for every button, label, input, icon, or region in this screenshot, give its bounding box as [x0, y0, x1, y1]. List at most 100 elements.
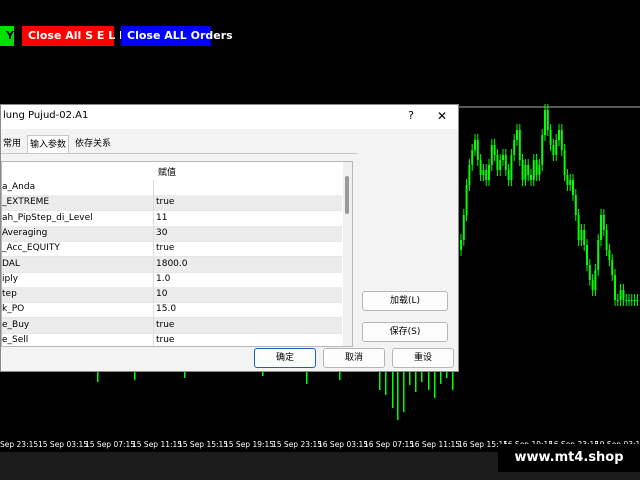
candle [440, 372, 442, 384]
parameter-value[interactable]: 11 [154, 211, 344, 226]
inputs-table: 赋值 a_Anda _EXTREME true ah_PipStep_di_Level… [1, 161, 353, 347]
parameter-value[interactable]: true [154, 318, 344, 333]
candle [628, 294, 630, 306]
buy-button[interactable]: Y [0, 26, 14, 46]
table-row[interactable]: e_Sell true [2, 333, 344, 346]
candle [558, 124, 560, 146]
tab-dependencies[interactable]: 依存关系 [73, 135, 113, 153]
candle [385, 372, 387, 395]
candle [471, 144, 473, 171]
candle [636, 294, 638, 306]
ok-button[interactable]: 确定 [254, 348, 316, 368]
vertical-scrollbar[interactable] [343, 162, 352, 346]
candle [538, 159, 540, 181]
parameter-value[interactable]: 1800.0 [154, 257, 344, 272]
time-axis-label: 15 Sep 19:15 [224, 440, 275, 449]
dialog-title: lung Pujud-02.A1 [3, 110, 89, 121]
candle [421, 372, 423, 382]
parameter-name: k_PO [2, 304, 25, 315]
candle [586, 239, 588, 271]
time-axis-label: 15 Sep 23:15 [272, 440, 323, 449]
table-row[interactable]: tep 10 [2, 287, 344, 304]
table-row[interactable]: a_Anda [2, 180, 342, 196]
parameter-value[interactable]: true [154, 241, 344, 256]
cancel-button[interactable]: 取消 [323, 348, 385, 368]
parameter-name: tep [2, 289, 17, 300]
candle [510, 149, 512, 186]
close-all-sell-button[interactable]: Close All S E L L [22, 26, 126, 46]
candle [466, 179, 468, 221]
candle [513, 134, 515, 161]
candle [541, 129, 543, 171]
candle [519, 124, 521, 166]
candle [606, 224, 608, 256]
table-row[interactable]: Averaging 30 [2, 225, 344, 242]
parameter-name: DAL [2, 258, 20, 269]
table-row[interactable]: _Acc_EQUITY true [2, 241, 344, 258]
candle [544, 104, 546, 141]
parameter-name: iply [2, 273, 19, 284]
candle [561, 124, 563, 156]
close-icon[interactable]: ✕ [434, 108, 450, 124]
parameter-value[interactable]: true [154, 195, 344, 210]
candle [482, 164, 484, 181]
candle [603, 209, 605, 236]
candle [97, 372, 99, 382]
load-button[interactable]: 加载(L) [362, 291, 448, 311]
dialog-titlebar[interactable]: lung Pujud-02.A1 ? ✕ [1, 105, 458, 129]
close-all-orders-button[interactable]: Close ALL Orders [121, 26, 233, 46]
candle [468, 159, 470, 191]
candle [306, 372, 308, 384]
help-icon[interactable]: ? [403, 108, 419, 124]
reset-button[interactable]: 重设 [392, 348, 454, 368]
parameter-value[interactable]: true [154, 333, 344, 346]
candle [625, 294, 627, 306]
table-header: 赋值 [2, 162, 342, 180]
table-row[interactable]: iply 1.0 [2, 272, 342, 288]
tab-common[interactable]: 常用 [1, 135, 23, 153]
candle [583, 224, 585, 251]
candle [555, 134, 557, 161]
candle [564, 144, 566, 181]
time-axis-label: 16 Sep 07:15 [364, 440, 415, 449]
table-row[interactable]: ah_PipStep_di_Level 11 [2, 211, 342, 227]
candle [530, 169, 532, 186]
candle [611, 254, 613, 281]
candle [184, 372, 186, 378]
parameter-value[interactable]: 1.0 [154, 272, 344, 287]
parameter-name: _Acc_EQUITY [2, 243, 60, 254]
candle [547, 104, 549, 136]
table-row[interactable]: _EXTREME true [2, 195, 344, 212]
parameter-value[interactable] [154, 180, 344, 195]
time-axis-label: 15 Sep 03:15 [38, 440, 89, 449]
candle [508, 164, 510, 186]
candle [569, 174, 571, 191]
table-row[interactable]: DAL 1800.0 [2, 256, 344, 273]
candle [379, 372, 381, 390]
candle [434, 372, 436, 398]
time-axis-label: 16 Sep 11:15 [410, 440, 461, 449]
candle [550, 124, 552, 151]
tab-inputs[interactable]: 输入参数 [27, 135, 70, 154]
candle [463, 209, 465, 246]
parameter-value[interactable]: 15.0 [154, 302, 344, 317]
candle [536, 154, 538, 181]
scrollbar-thumb[interactable] [345, 176, 349, 214]
candle [572, 174, 574, 201]
candle [496, 149, 498, 176]
table-row[interactable]: k_PO 15.0 [2, 302, 344, 319]
candle [474, 134, 476, 156]
save-button[interactable]: 保存(S) [362, 322, 448, 342]
candle [499, 154, 501, 176]
parameter-value[interactable]: 30 [154, 226, 344, 241]
parameter-name: a_Anda [2, 182, 36, 192]
table-row[interactable]: e_Buy true [2, 317, 344, 334]
candle [409, 372, 411, 385]
candle [488, 159, 490, 186]
candle [580, 224, 582, 246]
candle [622, 284, 624, 306]
parameter-value[interactable]: 10 [154, 287, 344, 302]
candle [505, 149, 507, 176]
candle [589, 259, 591, 286]
tab-divider [1, 153, 358, 154]
